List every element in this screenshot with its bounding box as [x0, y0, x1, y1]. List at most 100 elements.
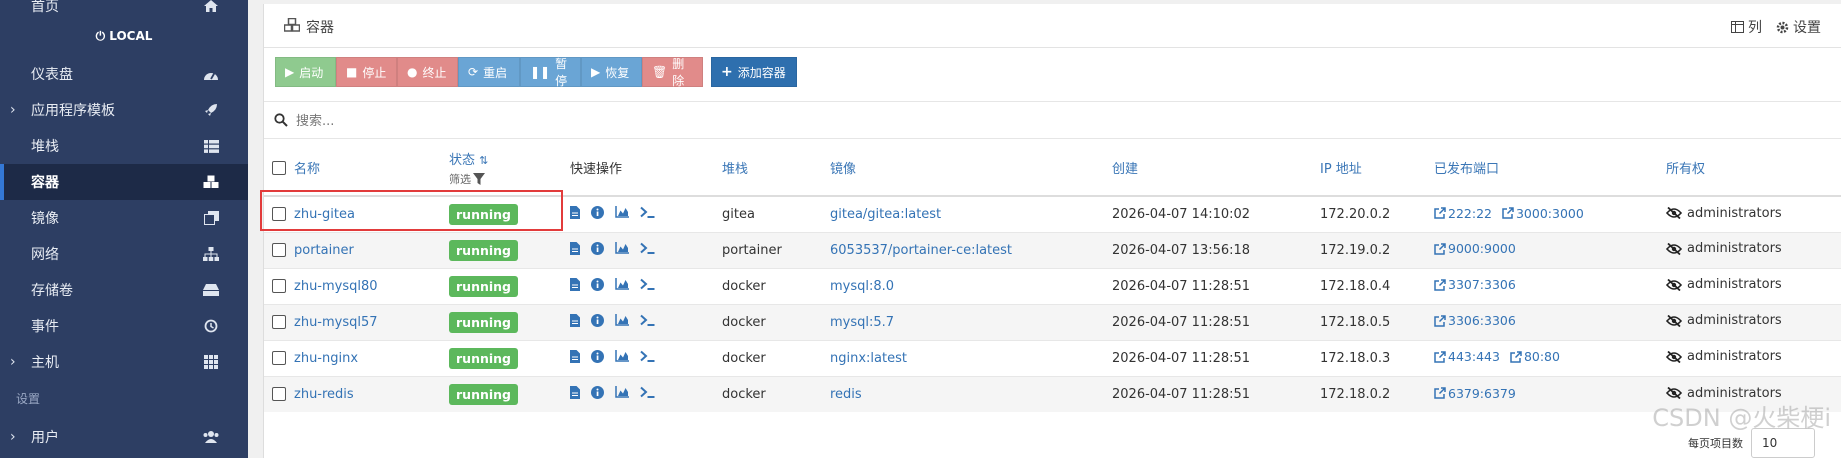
- file-icon[interactable]: [570, 241, 580, 255]
- terminal-icon[interactable]: [640, 206, 655, 219]
- image-link[interactable]: nginx:latest: [830, 351, 907, 366]
- clone-icon: [202, 209, 220, 227]
- ownership: administrators: [1666, 241, 1782, 256]
- sidebar-item-label: 网络: [31, 247, 59, 263]
- published-port-link[interactable]: 3307:3306: [1434, 277, 1516, 292]
- chart-icon[interactable]: [615, 350, 629, 362]
- image-link[interactable]: redis: [830, 387, 862, 402]
- chart-icon[interactable]: [615, 242, 629, 254]
- table-settings-button[interactable]: 设置: [1776, 17, 1821, 37]
- sidebar-item-4[interactable]: 镜像: [0, 200, 248, 236]
- panel-header: 容器 列 设置: [264, 4, 1841, 48]
- terminal-icon[interactable]: [640, 278, 655, 290]
- sidebar-item-1[interactable]: › 应用程序模板: [0, 92, 248, 128]
- column-name[interactable]: 名称: [294, 140, 449, 197]
- chart-icon[interactable]: [615, 278, 629, 290]
- column-ip[interactable]: IP 地址: [1320, 140, 1434, 197]
- eye-slash-icon: [1666, 314, 1682, 327]
- sidebar-item-7[interactable]: 事件: [0, 308, 248, 344]
- terminal-icon[interactable]: [640, 350, 655, 362]
- created-time: 2026-04-07 11:28:51: [1112, 386, 1251, 402]
- file-icon[interactable]: [570, 349, 580, 363]
- file-icon[interactable]: [570, 385, 580, 399]
- columns-button[interactable]: 列: [1731, 17, 1762, 37]
- file-icon[interactable]: [570, 313, 580, 327]
- container-name-link[interactable]: zhu-redis: [294, 387, 354, 402]
- row-checkbox[interactable]: [272, 207, 286, 222]
- sidebar-item-users[interactable]: › 用户: [0, 419, 248, 455]
- file-icon[interactable]: [570, 277, 580, 291]
- info-icon[interactable]: [591, 277, 604, 291]
- sidebar-item-2[interactable]: 堆栈: [0, 128, 248, 164]
- terminal-icon[interactable]: [640, 314, 655, 326]
- row-checkbox[interactable]: [272, 243, 286, 257]
- column-image[interactable]: 镜像: [830, 140, 1112, 197]
- file-icon[interactable]: [570, 205, 580, 219]
- sidebar-section-settings: 设置: [16, 392, 41, 406]
- sidebar-item-5[interactable]: 网络: [0, 236, 248, 272]
- stop-button[interactable]: ■ 停止: [336, 57, 397, 87]
- container-name-link[interactable]: portainer: [294, 243, 354, 258]
- external-link-icon: [1434, 207, 1446, 219]
- row-checkbox[interactable]: [272, 315, 286, 329]
- external-link-icon: [1434, 279, 1446, 291]
- sidebar-item-home[interactable]: 首页: [0, 0, 248, 24]
- published-port-link[interactable]: 3306:3306: [1434, 313, 1516, 328]
- container-name-link[interactable]: zhu-nginx: [294, 351, 358, 366]
- chart-icon[interactable]: [615, 206, 629, 218]
- image-link[interactable]: mysql:8.0: [830, 279, 894, 294]
- select-all-checkbox[interactable]: [272, 160, 286, 175]
- resume-button[interactable]: ▶ 恢复: [581, 57, 642, 87]
- sidebar-item-0[interactable]: 仪表盘: [0, 56, 248, 92]
- row-checkbox[interactable]: [272, 351, 286, 365]
- column-ports[interactable]: 已发布端口: [1434, 140, 1666, 197]
- sidebar-item-6[interactable]: 存储卷: [0, 272, 248, 308]
- info-icon[interactable]: [591, 313, 604, 327]
- image-link[interactable]: mysql:5.7: [830, 315, 894, 330]
- column-state[interactable]: 状态 ⇅ 筛选: [449, 140, 570, 197]
- start-button[interactable]: ▶ 启动: [275, 57, 336, 87]
- kill-button[interactable]: ● 终止: [397, 57, 458, 87]
- list-icon: [202, 137, 220, 155]
- published-port-link[interactable]: 9000:9000: [1434, 241, 1516, 256]
- published-port-link[interactable]: 222:22: [1434, 206, 1492, 221]
- container-name-link[interactable]: zhu-mysql80: [294, 279, 378, 294]
- search-input[interactable]: [296, 110, 896, 132]
- external-link-icon: [1502, 207, 1514, 219]
- table-row: zhu-gitea running gitea gitea/gitea:latest 2…: [264, 195, 1841, 232]
- container-name-link[interactable]: zhu-gitea: [294, 207, 355, 222]
- image-link[interactable]: 6053537/portainer-ce:latest: [830, 243, 1012, 258]
- sidebar-item-3[interactable]: 容器: [0, 164, 248, 200]
- pause-button[interactable]: ❚❚ 暂停: [520, 57, 581, 88]
- info-icon[interactable]: [591, 205, 604, 219]
- ip-address: 172.20.0.2: [1320, 206, 1391, 222]
- restart-button[interactable]: ⟳ 重启: [458, 57, 520, 87]
- chevron-right-icon: ›: [10, 429, 16, 445]
- terminal-icon[interactable]: [640, 242, 655, 254]
- info-icon[interactable]: [591, 385, 604, 399]
- column-stack[interactable]: 堆栈: [722, 140, 830, 197]
- stack-name: docker: [722, 278, 766, 294]
- chart-icon[interactable]: [615, 314, 629, 326]
- published-port-link[interactable]: 3000:3000: [1502, 206, 1584, 221]
- image-link[interactable]: gitea/gitea:latest: [830, 207, 941, 222]
- info-icon[interactable]: [591, 241, 604, 255]
- remove-button[interactable]: 🗑 删除: [642, 57, 703, 88]
- chart-icon[interactable]: [615, 386, 629, 398]
- add-container-button[interactable]: + 添加容器: [711, 57, 797, 87]
- terminal-icon[interactable]: [640, 386, 655, 399]
- row-checkbox[interactable]: [272, 387, 286, 402]
- state-filter[interactable]: 筛选: [449, 171, 570, 187]
- quick-actions: [570, 205, 655, 219]
- sidebar-item-8[interactable]: › 主机: [0, 344, 248, 380]
- row-checkbox[interactable]: [272, 279, 286, 293]
- published-port-link[interactable]: 443:443: [1434, 349, 1500, 364]
- published-port-link[interactable]: 80:80: [1510, 349, 1560, 364]
- column-created[interactable]: 创建: [1112, 140, 1320, 197]
- info-icon[interactable]: [591, 349, 604, 363]
- column-ownership[interactable]: 所有权: [1666, 140, 1841, 197]
- table-row: portainer running portainer 6053537/portain…: [264, 231, 1841, 268]
- container-name-link[interactable]: zhu-mysql57: [294, 315, 378, 330]
- published-port-link[interactable]: 6379:6379: [1434, 386, 1516, 401]
- quick-actions: [570, 241, 655, 255]
